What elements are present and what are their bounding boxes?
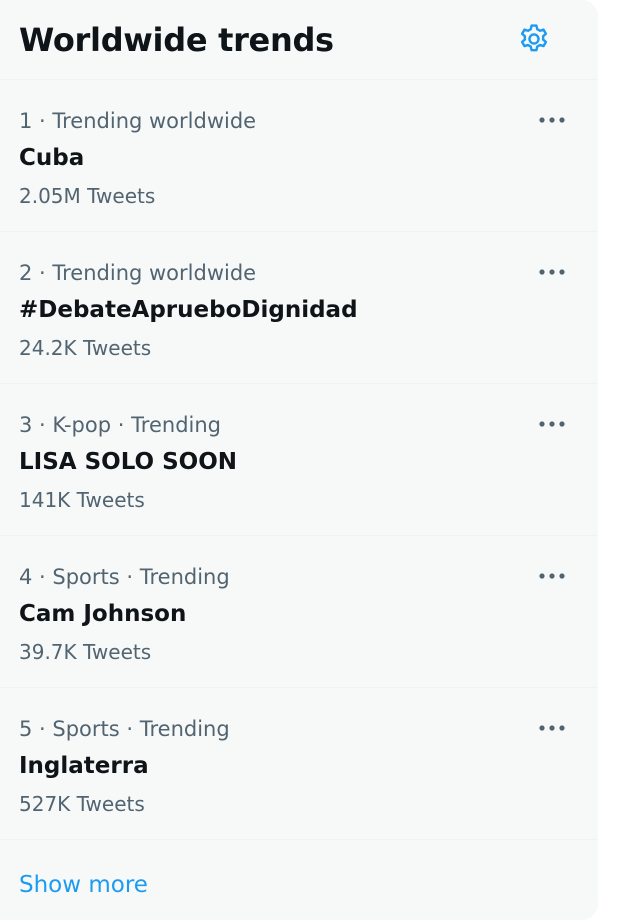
trend-item[interactable]: 1 · Trending worldwide Cuba 2.05M Tweets xyxy=(0,80,598,232)
gear-icon xyxy=(520,24,548,52)
more-horizontal-icon xyxy=(539,269,565,275)
trend-name: Cam Johnson xyxy=(19,601,187,627)
trend-item[interactable]: 3 · K-pop · Trending LISA SOLO SOON 141K… xyxy=(0,384,598,536)
trend-tweet-count: 141K Tweets xyxy=(19,488,145,512)
more-horizontal-icon xyxy=(539,117,565,123)
more-options-button[interactable] xyxy=(536,716,568,740)
settings-button[interactable] xyxy=(514,19,554,59)
show-more-link[interactable]: Show more xyxy=(19,868,148,902)
trend-meta: 1 · Trending worldwide xyxy=(19,109,257,133)
trend-name: LISA SOLO SOON xyxy=(19,449,238,475)
trend-tweet-count: 39.7K Tweets xyxy=(19,640,152,664)
trend-item[interactable]: 4 · Sports · Trending Cam Johnson 39.7K … xyxy=(0,536,598,688)
trend-meta: 5 · Sports · Trending xyxy=(19,717,230,741)
trend-item[interactable]: 2 · Trending worldwide #DebateApruebo­Di… xyxy=(0,232,598,384)
more-horizontal-icon xyxy=(539,421,565,427)
more-horizontal-icon xyxy=(539,725,565,731)
trend-tweet-count: 24.2K Tweets xyxy=(19,336,152,360)
trend-meta: 4 · Sports · Trending xyxy=(19,565,230,589)
page-title: Worldwide trends xyxy=(19,21,334,59)
trends-panel: Worldwide trends 1 · Trending worldwide … xyxy=(0,0,598,920)
more-horizontal-icon xyxy=(539,573,565,579)
trend-tweet-count: 527K Tweets xyxy=(19,792,145,816)
trend-name: Inglaterra xyxy=(19,753,149,779)
more-options-button[interactable] xyxy=(536,564,568,588)
trend-meta: 2 · Trending worldwide xyxy=(19,261,257,285)
trend-name: Cuba xyxy=(19,145,85,171)
more-options-button[interactable] xyxy=(536,412,568,436)
more-options-button[interactable] xyxy=(536,260,568,284)
trend-tweet-count: 2.05M Tweets xyxy=(19,184,156,208)
trend-item[interactable]: 5 · Sports · Trending Inglaterra 527K Tw… xyxy=(0,688,598,840)
more-options-button[interactable] xyxy=(536,108,568,132)
trends-header: Worldwide trends xyxy=(0,0,598,80)
trend-name: #DebateApruebo­Dignidad xyxy=(19,297,358,323)
trend-meta: 3 · K-pop · Trending xyxy=(19,413,222,437)
